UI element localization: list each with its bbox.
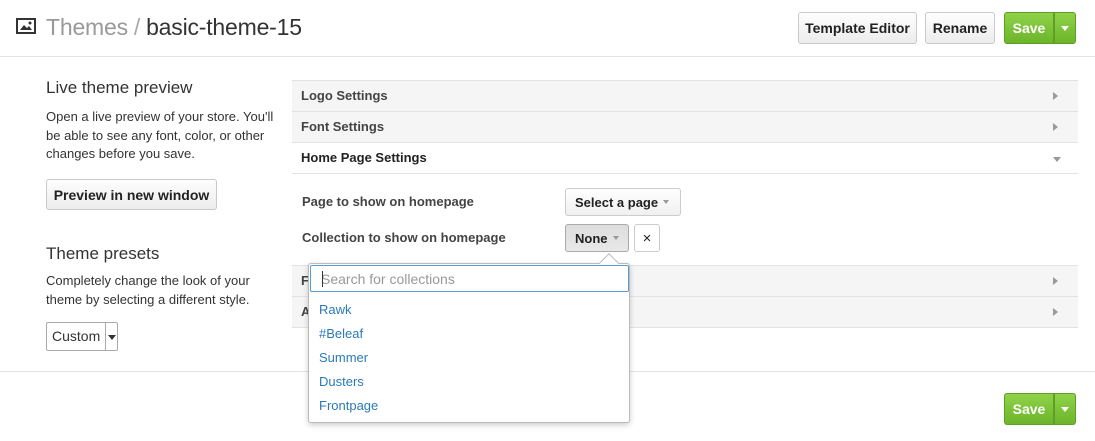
search-placeholder: Search for collections [321,271,455,287]
collection-select[interactable]: None [565,224,629,252]
collection-field-label: Collection to show on homepage [302,230,506,245]
page-select-value: Select a page [575,194,659,210]
collections-dropdown: Search for collections Rawk #Beleaf Summ… [308,253,630,423]
preview-description: Open a live preview of your store. You'l… [46,109,274,161]
footer-save-button[interactable]: Save [1004,393,1054,425]
accordion-home-page-settings[interactable]: Home Page Settings [292,142,1078,174]
chevron-right-icon [1053,123,1058,131]
collection-option[interactable]: Rawk [319,302,352,317]
preset-value: Custom [52,328,101,344]
clear-collection-button[interactable]: × [634,224,660,252]
collection-option[interactable]: Dusters [319,374,364,389]
preview-new-window-button[interactable]: Preview in new window [46,179,217,210]
chevron-down-icon [1061,25,1069,31]
footer-save-options-button[interactable] [1054,393,1076,425]
image-icon [16,18,36,34]
top-bar: Themes / basic-theme-15 Template Editor Re… [0,0,1095,57]
accordion-label: Home Page Settings [301,150,427,165]
template-editor-button[interactable]: Template Editor [798,12,917,44]
accordion-logo-settings[interactable]: Logo Settings [292,80,1078,111]
chevron-right-icon [1053,92,1058,100]
chevron-right-icon [1053,308,1058,316]
breadcrumb-themes[interactable]: Themes [46,14,128,40]
page-title: Themes / basic-theme-15 [46,14,302,41]
collection-option[interactable]: Frontpage [319,398,378,413]
chevron-down-icon [1061,406,1069,412]
preset-select[interactable]: Custom [46,322,118,351]
theme-name: basic-theme-15 [146,14,302,40]
breadcrumb-separator: / [133,14,141,40]
accordion-font-settings[interactable]: Font Settings [292,111,1078,142]
close-icon: × [642,229,652,247]
presets-description: Completely change the look of your theme… [46,273,250,307]
chevron-down-icon [108,335,116,340]
collection-option[interactable]: #Beleaf [319,326,363,341]
live-preview-section: Live theme preview Open a live preview o… [46,78,286,164]
page-select[interactable]: Select a page [565,188,681,216]
text-cursor [322,271,323,287]
collection-option[interactable]: Summer [319,350,368,365]
footer-save-button-group: Save [1004,393,1076,425]
save-button[interactable]: Save [1004,12,1054,44]
chevron-down-icon [663,200,670,204]
presets-title: Theme presets [46,244,160,263]
preset-dropdown-arrow[interactable] [105,323,117,350]
preview-title: Live theme preview [46,78,193,97]
save-button-group: Save [1004,12,1076,44]
chevron-down-icon [1053,157,1061,162]
accordion-label: Logo Settings [301,88,388,103]
chevron-right-icon [1053,277,1058,285]
collection-select-value: None [575,230,608,246]
page-field-label: Page to show on homepage [302,194,474,209]
rename-button[interactable]: Rename [925,12,995,44]
chevron-down-icon [612,236,619,240]
accordion-label: Font Settings [301,119,385,134]
save-options-button[interactable] [1054,12,1076,44]
collection-search-input[interactable]: Search for collections [310,265,629,292]
